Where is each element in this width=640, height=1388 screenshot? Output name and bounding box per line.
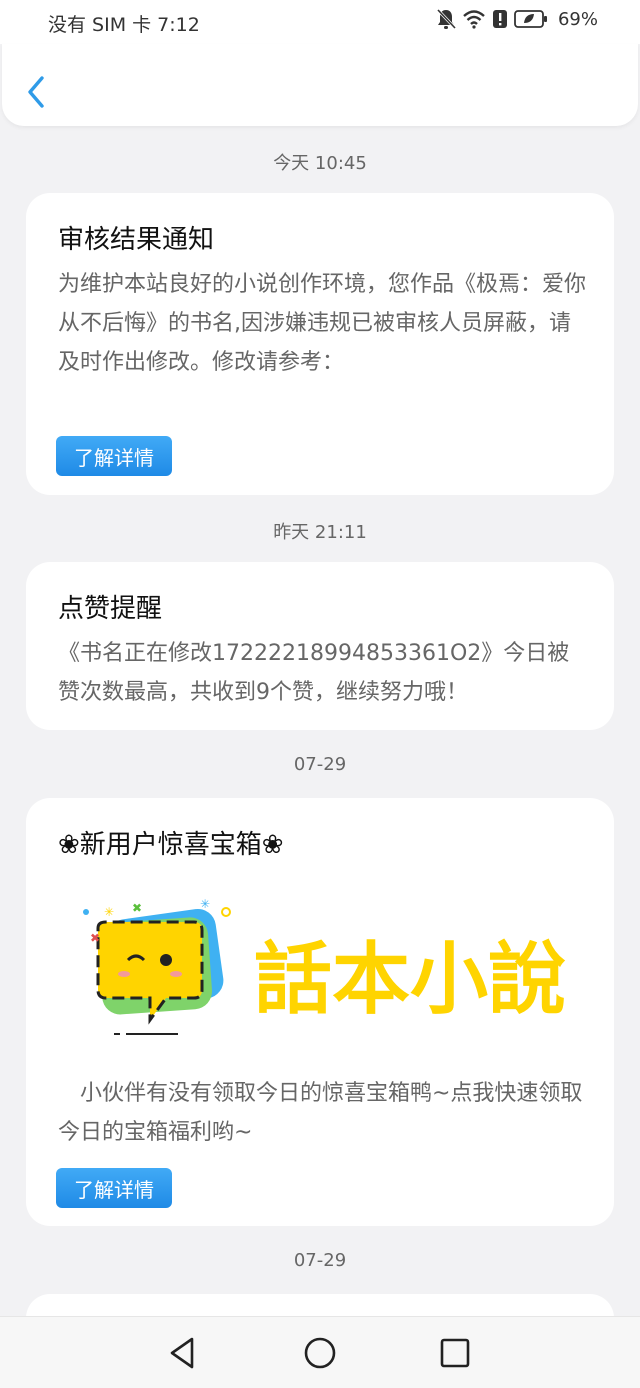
battery-percent: 69%: [557, 8, 598, 30]
chevron-left-icon: [28, 76, 44, 108]
circle-home-icon: [304, 1337, 336, 1369]
message-time: 07-29: [293, 754, 347, 775]
message-card-review: 审核结果通知 为维护本站良好的小说创作环境，您作品《极焉：爱你从不后悔》的书名,…: [26, 193, 614, 495]
triangle-back-icon: [170, 1337, 194, 1369]
logo-text: 話本小說: [254, 935, 566, 1025]
wifi-icon: [463, 10, 485, 29]
learn-more-button[interactable]: 了解详情: [56, 1168, 172, 1208]
nav-home-button[interactable]: [302, 1335, 338, 1371]
learn-more-button[interactable]: 了解详情: [56, 436, 172, 476]
back-button[interactable]: [20, 72, 54, 112]
svg-text:✖: ✖: [132, 901, 142, 915]
svg-text:✳: ✳: [104, 905, 114, 919]
message-title: 点赞提醒: [58, 594, 163, 624]
system-nav-bar: [0, 1316, 640, 1388]
message-body: 小伙伴有没有领取今日的惊喜宝箱鸭~点我快速领取今日的宝箱福利哟~: [58, 1081, 583, 1145]
message-card-like: 点赞提醒 《书名正在修改17222218994853361O2》今日被赞次数最高…: [26, 562, 614, 730]
nav-back-button[interactable]: [166, 1335, 202, 1371]
message-body: 为维护本站良好的小说创作环境，您作品《极焉：爱你从不后悔》的书名,因涉嫌违规已被…: [58, 272, 587, 375]
message-time: 07-29: [293, 1250, 347, 1271]
bell-muted-icon: [436, 8, 456, 30]
message-time: 今天 10:45: [273, 153, 367, 174]
svg-text:✳: ✳: [200, 897, 210, 911]
message-card-gift: ❀新用户惊喜宝箱❀ ✖ ✖ ✳ ✳ 話本小說 小伙伴有没有领取今日的惊喜宝箱鸭~…: [26, 798, 614, 1226]
svg-text:✖: ✖: [90, 931, 100, 945]
battery-icon: [514, 10, 547, 28]
message-body: 《书名正在修改17222218994853361O2》今日被赞次数最高，共收到9…: [58, 641, 570, 705]
status-icons: 69%: [436, 8, 598, 30]
square-recents-icon: [440, 1338, 470, 1368]
huaben-logo: ✖ ✖ ✳ ✳ 話本小說: [83, 897, 566, 1035]
nav-bar: [2, 44, 638, 126]
status-carrier-time: 没有 SIM 卡 7:12: [48, 14, 200, 36]
nav-recents-button[interactable]: [437, 1335, 473, 1371]
alert-icon: [492, 10, 507, 28]
message-title: ❀新用户惊喜宝箱❀: [58, 830, 284, 860]
message-title: 审核结果通知: [58, 225, 215, 255]
status-bar: 没有 SIM 卡 7:12 69%: [0, 0, 640, 44]
message-time: 昨天 21:11: [273, 522, 367, 543]
